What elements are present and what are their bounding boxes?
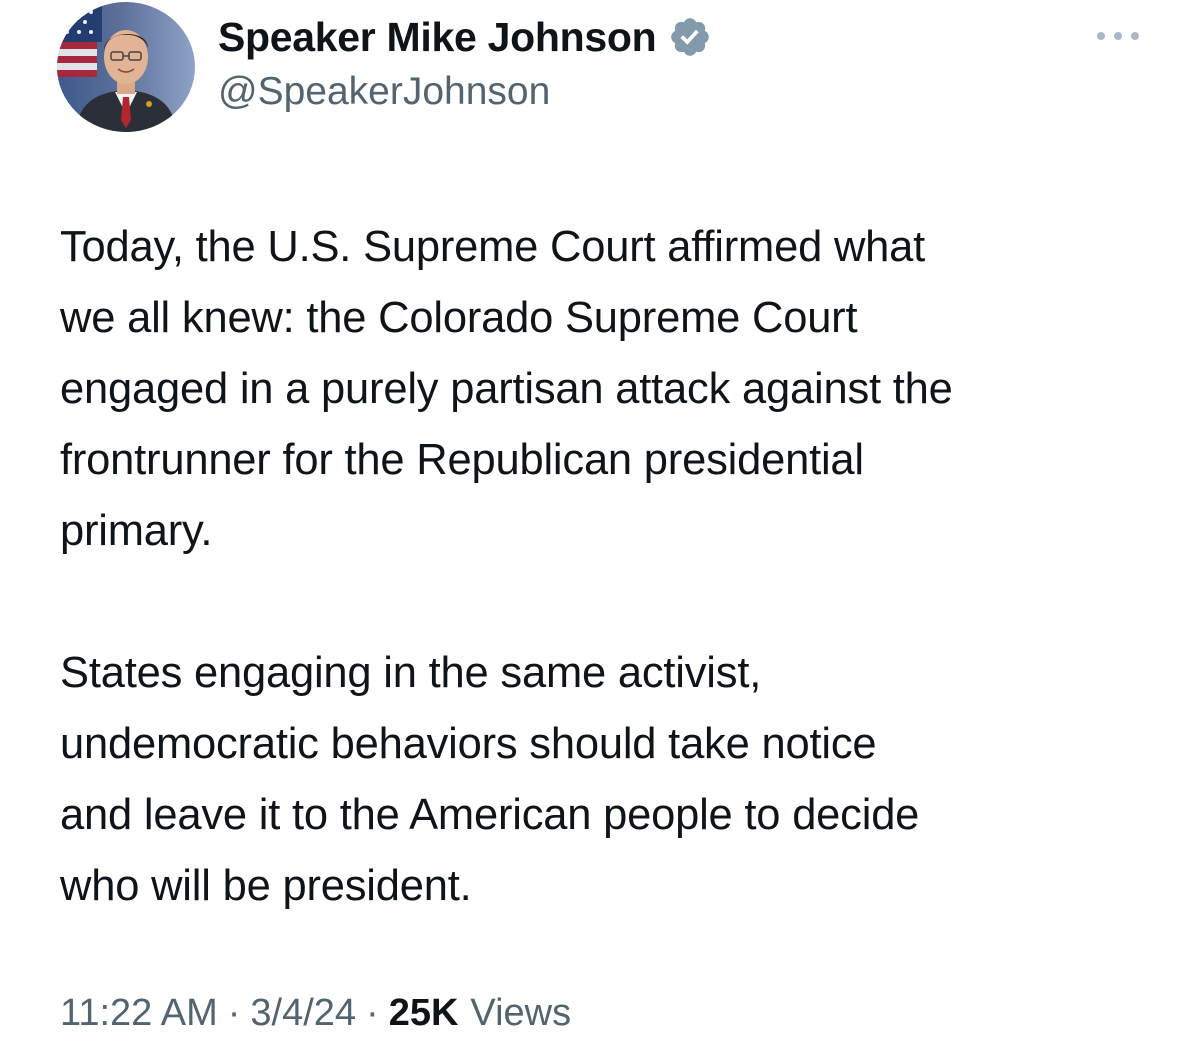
author-display-name[interactable]: Speaker Mike Johnson <box>218 14 657 61</box>
more-options-button[interactable] <box>1090 18 1146 54</box>
tweet-date[interactable]: 3/4/24 <box>250 992 356 1035</box>
tweet-paragraph: Today, the U.S. Supreme Court affirmed w… <box>60 223 953 555</box>
author-handle[interactable]: @SpeakerJohnson <box>218 70 550 114</box>
more-options-icon <box>1097 32 1139 40</box>
author-name-row: Speaker Mike Johnson <box>218 10 712 64</box>
separator: · <box>227 992 241 1034</box>
tweet-card: Speaker Mike Johnson @SpeakerJohnson Tod… <box>0 0 1200 1057</box>
tweet-time[interactable]: 11:22 AM <box>60 992 218 1035</box>
tweet-text: Today, the U.S. Supreme Court affirmed w… <box>60 212 1170 922</box>
avatar[interactable] <box>57 2 195 132</box>
views-count: 25K <box>388 992 459 1034</box>
verified-badge-icon[interactable] <box>668 15 712 59</box>
tweet-paragraph: States engaging in the same activist, un… <box>60 649 920 910</box>
views-label: Views <box>470 992 572 1034</box>
tweet-meta: 11:22 AM · 3/4/24 · 25K Views <box>60 992 571 1035</box>
separator: · <box>366 992 379 1034</box>
avatar-image <box>57 2 195 132</box>
